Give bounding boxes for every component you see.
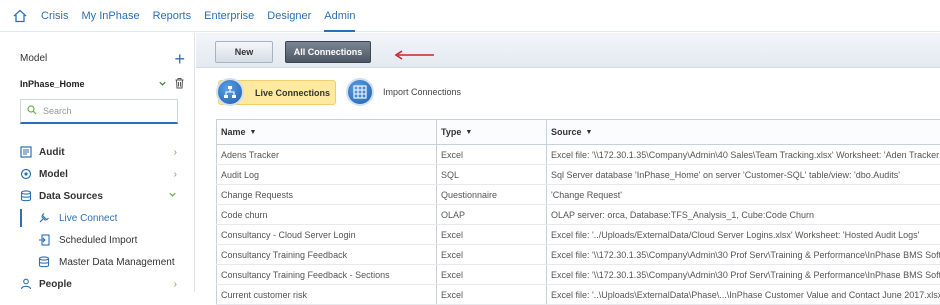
cell-name: Consultancy - Cloud Server Login	[216, 225, 436, 244]
cell-source: 'Change Request'	[546, 185, 940, 204]
table-row[interactable]: Adens Tracker Excel Excel file: '\\172.3…	[216, 145, 940, 165]
sidebar-item-label: Live Connect	[59, 212, 118, 224]
sidebar-item-data-sources[interactable]: Data Sources	[0, 185, 195, 207]
model-icon	[20, 168, 34, 180]
network-icon	[216, 78, 244, 106]
sidebar-item-label: Model	[39, 168, 68, 180]
cell-source: Excel file: '\\172.30.1.35\Company\Admin…	[546, 245, 940, 264]
cell-name: Code churn	[216, 205, 436, 224]
top-navigation: Crisis My InPhase Reports Enterprise Des…	[0, 0, 940, 32]
chevron-right-icon: ›	[173, 146, 177, 158]
sidebar-item-label: Data Sources	[39, 190, 103, 202]
audit-icon	[20, 146, 34, 158]
table-header: Name ▼ Type ▼ Source ▼	[216, 119, 940, 145]
column-label: Name	[221, 127, 246, 137]
cell-type: OLAP	[436, 205, 546, 224]
chevron-down-icon	[168, 190, 177, 202]
cell-type: Excel	[436, 265, 546, 284]
add-model-icon[interactable]: +	[174, 50, 185, 68]
chevron-right-icon: ›	[173, 168, 177, 180]
nav-crisis[interactable]: Crisis	[41, 0, 69, 32]
plug-icon	[38, 212, 52, 224]
sort-desc-icon: ▼	[249, 128, 257, 136]
cell-source: Excel file: '..\Uploads\ExternalData\Pha…	[546, 285, 940, 304]
nav-my-inphase[interactable]: My InPhase	[82, 0, 140, 32]
column-label: Type	[441, 127, 462, 137]
home-icon[interactable]	[0, 9, 28, 23]
cell-type: SQL	[436, 165, 546, 184]
table-row[interactable]: Consultancy Training Feedback Excel Exce…	[216, 245, 940, 265]
cell-name: Audit Log	[216, 165, 436, 184]
chevron-down-icon[interactable]	[158, 79, 167, 90]
table-row[interactable]: Change Requests Questionnaire 'Change Re…	[216, 185, 940, 205]
model-selector[interactable]: InPhase_Home	[20, 77, 185, 91]
sidebar-item-label: Master Data Management	[59, 256, 175, 268]
nav-admin[interactable]: Admin	[324, 0, 356, 32]
sidebar-item-label: People	[39, 278, 72, 290]
all-connections-button[interactable]: All Connections	[285, 41, 371, 63]
table-row[interactable]: Current customer risk Excel Excel file: …	[216, 285, 940, 305]
column-header-name[interactable]: Name ▼	[216, 120, 436, 144]
table-row[interactable]: Audit Log SQL Sql Server database 'InPha…	[216, 165, 940, 185]
table-grid-icon[interactable]	[346, 78, 374, 106]
arrow-icon	[394, 47, 436, 65]
cell-name: Adens Tracker	[216, 145, 436, 164]
nav-designer[interactable]: Designer	[267, 0, 311, 32]
chevron-right-icon: ›	[173, 278, 177, 290]
connections-table: Name ▼ Type ▼ Source ▼ Adens Tracker Excel …	[216, 119, 940, 305]
column-header-type[interactable]: Type ▼	[436, 120, 546, 144]
search-icon	[27, 105, 37, 117]
table-row[interactable]: Code churn OLAP OLAP server: orca, Datab…	[216, 205, 940, 225]
trash-icon[interactable]	[174, 77, 185, 91]
sort-desc-icon: ▼	[585, 128, 593, 136]
cell-name: Consultancy Training Feedback	[216, 245, 436, 264]
model-header: Model +	[20, 50, 185, 68]
cell-type: Excel	[436, 145, 546, 164]
cell-name: Consultancy Training Feedback - Sections	[216, 265, 436, 284]
model-value: InPhase_Home	[20, 79, 85, 89]
sidebar-menu: Audit › Model › Data Sources Live Connec…	[0, 141, 195, 295]
sidebar-item-master-data[interactable]: Master Data Management	[0, 251, 195, 273]
model-label: Model	[20, 53, 48, 64]
sidebar-item-scheduled-import[interactable]: Scheduled Import	[0, 229, 195, 251]
table-row[interactable]: Consultancy Training Feedback - Sections…	[216, 265, 940, 285]
sidebar: Model + InPhase_Home Search Audit › Mode…	[0, 33, 195, 292]
search-placeholder: Search	[43, 106, 72, 116]
sidebar-item-model[interactable]: Model ›	[0, 163, 195, 185]
cell-type: Questionnaire	[436, 185, 546, 204]
table-row[interactable]: Consultancy - Cloud Server Login Excel E…	[216, 225, 940, 245]
cell-source: Sql Server database 'InPhase_Home' on se…	[546, 165, 940, 184]
import-icon	[38, 234, 52, 246]
cell-source: Excel file: '\\172.30.1.35\Company\Admin…	[546, 265, 940, 284]
main-content: New All Connections Live Connections Imp…	[196, 33, 940, 305]
new-button[interactable]: New	[215, 41, 273, 63]
sidebar-item-live-connect[interactable]: Live Connect	[0, 207, 195, 229]
people-icon	[20, 278, 34, 290]
nav-reports[interactable]: Reports	[153, 0, 192, 32]
connection-type-bar: Live Connections Import Connections	[196, 69, 940, 114]
import-connections-tab[interactable]: Import Connections	[383, 87, 461, 97]
toolbar: New All Connections	[196, 33, 940, 68]
search-input[interactable]: Search	[20, 99, 178, 124]
cell-name: Current customer risk	[216, 285, 436, 304]
column-label: Source	[551, 127, 582, 137]
cell-source: Excel file: '../Uploads/ExternalData/Clo…	[546, 225, 940, 244]
sidebar-item-label: Audit	[39, 146, 65, 158]
database-icon	[38, 256, 52, 268]
cell-type: Excel	[436, 225, 546, 244]
cell-type: Excel	[436, 285, 546, 304]
cell-source: Excel file: '\\172.30.1.35\Company\Admin…	[546, 145, 940, 164]
cell-source: OLAP server: orca, Database:TFS_Analysis…	[546, 205, 940, 224]
sidebar-item-audit[interactable]: Audit ›	[0, 141, 195, 163]
cell-name: Change Requests	[216, 185, 436, 204]
column-header-source[interactable]: Source ▼	[546, 120, 940, 144]
database-icon	[20, 190, 34, 202]
sidebar-item-label: Scheduled Import	[59, 234, 138, 246]
sort-desc-icon: ▼	[465, 128, 473, 136]
cell-type: Excel	[436, 245, 546, 264]
nav-enterprise[interactable]: Enterprise	[204, 0, 254, 32]
